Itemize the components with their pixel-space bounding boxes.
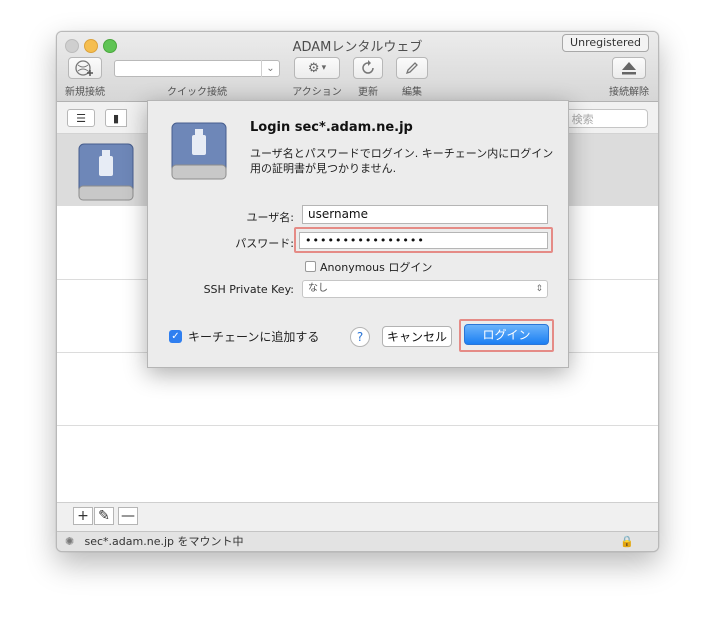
cancel-button[interactable]: キャンセル <box>382 326 452 347</box>
chevron-down-icon: ▾ <box>321 63 327 73</box>
edit-label: 編集 <box>402 87 422 98</box>
username-label: ユーザ名: <box>246 211 295 224</box>
ssh-key-select[interactable]: なし ⇕ <box>302 280 548 298</box>
add-bookmark-button[interactable]: + <box>73 507 93 525</box>
pencil-icon <box>405 62 418 75</box>
keychain-label: キーチェーンに追加する <box>188 330 320 344</box>
list-icon: ☰ <box>76 111 86 125</box>
drive-icon <box>171 122 227 180</box>
new-connection-label: 新規接続 <box>65 87 105 98</box>
bookmark-icon: ▮ <box>112 111 120 125</box>
action-label: アクション <box>292 87 342 98</box>
password-label: パスワード: <box>235 237 294 250</box>
action-button[interactable]: ⚙ ▾ <box>294 57 340 79</box>
disconnect-label: 接続解除 <box>609 87 649 98</box>
anonymous-label: Anonymous ログイン <box>320 261 433 274</box>
login-dialog: Login sec*.adam.ne.jp ユーザ名とパスワードでログイン. キ… <box>147 100 569 368</box>
gear-icon: ⚙ <box>307 60 320 76</box>
password-field[interactable]: •••••••••••••••• <box>299 232 548 249</box>
list-view-button[interactable]: ☰ <box>67 109 95 127</box>
edit-button[interactable] <box>396 57 428 79</box>
username-field[interactable]: username <box>302 205 548 224</box>
unregistered-button[interactable]: Unregistered <box>562 34 649 52</box>
spinner-icon: ✺ <box>65 535 75 548</box>
edit-bookmark-button[interactable]: ✎ <box>94 507 114 525</box>
dialog-message: ユーザ名とパスワードでログイン. キーチェーン内にログイン用の証明書が見つかりま… <box>250 147 554 175</box>
keychain-checkbox[interactable]: ✓ <box>169 330 182 343</box>
anonymous-checkbox[interactable] <box>305 261 316 272</box>
lock-icon: 🔒 <box>620 535 634 548</box>
quick-connect-label: クイック接続 <box>167 87 227 98</box>
bottom-bar: + ✎ — <box>57 502 658 531</box>
search-placeholder: 検索 <box>571 113 594 126</box>
dialog-title: Login sec*.adam.ne.jp <box>250 120 413 135</box>
refresh-icon <box>362 60 374 74</box>
row-separator <box>57 425 658 426</box>
ssh-key-value: なし <box>308 283 328 294</box>
quick-connect-combobox[interactable]: ⌄ <box>114 60 280 77</box>
checkmark-icon: ✓ <box>171 331 180 342</box>
eject-icon <box>622 62 636 75</box>
login-button[interactable]: ログイン <box>464 324 549 345</box>
refresh-button[interactable] <box>353 57 383 79</box>
search-field[interactable]: ⌕ 検索 <box>557 109 648 128</box>
updown-chevron-icon: ⇕ <box>535 284 543 294</box>
new-connection-button[interactable] <box>68 57 102 79</box>
ssh-key-label: SSH Private Key: <box>203 283 294 296</box>
disconnect-button[interactable] <box>612 57 646 79</box>
status-text: sec*.adam.ne.jp をマウント中 <box>84 535 244 548</box>
bookmarks-view-button[interactable]: ▮ <box>105 109 127 127</box>
titlebar-toolbar: ADAMレンタルウェブ Unregistered 新規接続 ⌄ クイック接続 ⚙… <box>57 32 658 102</box>
remove-bookmark-button[interactable]: — <box>118 507 138 525</box>
chevron-down-icon[interactable]: ⌄ <box>261 60 279 77</box>
drive-icon <box>78 143 134 201</box>
globe-plus-icon <box>75 60 93 76</box>
help-button[interactable]: ? <box>350 327 370 347</box>
status-bar: ✺ sec*.adam.ne.jp をマウント中 🔒 <box>57 531 658 551</box>
refresh-label: 更新 <box>358 87 378 98</box>
